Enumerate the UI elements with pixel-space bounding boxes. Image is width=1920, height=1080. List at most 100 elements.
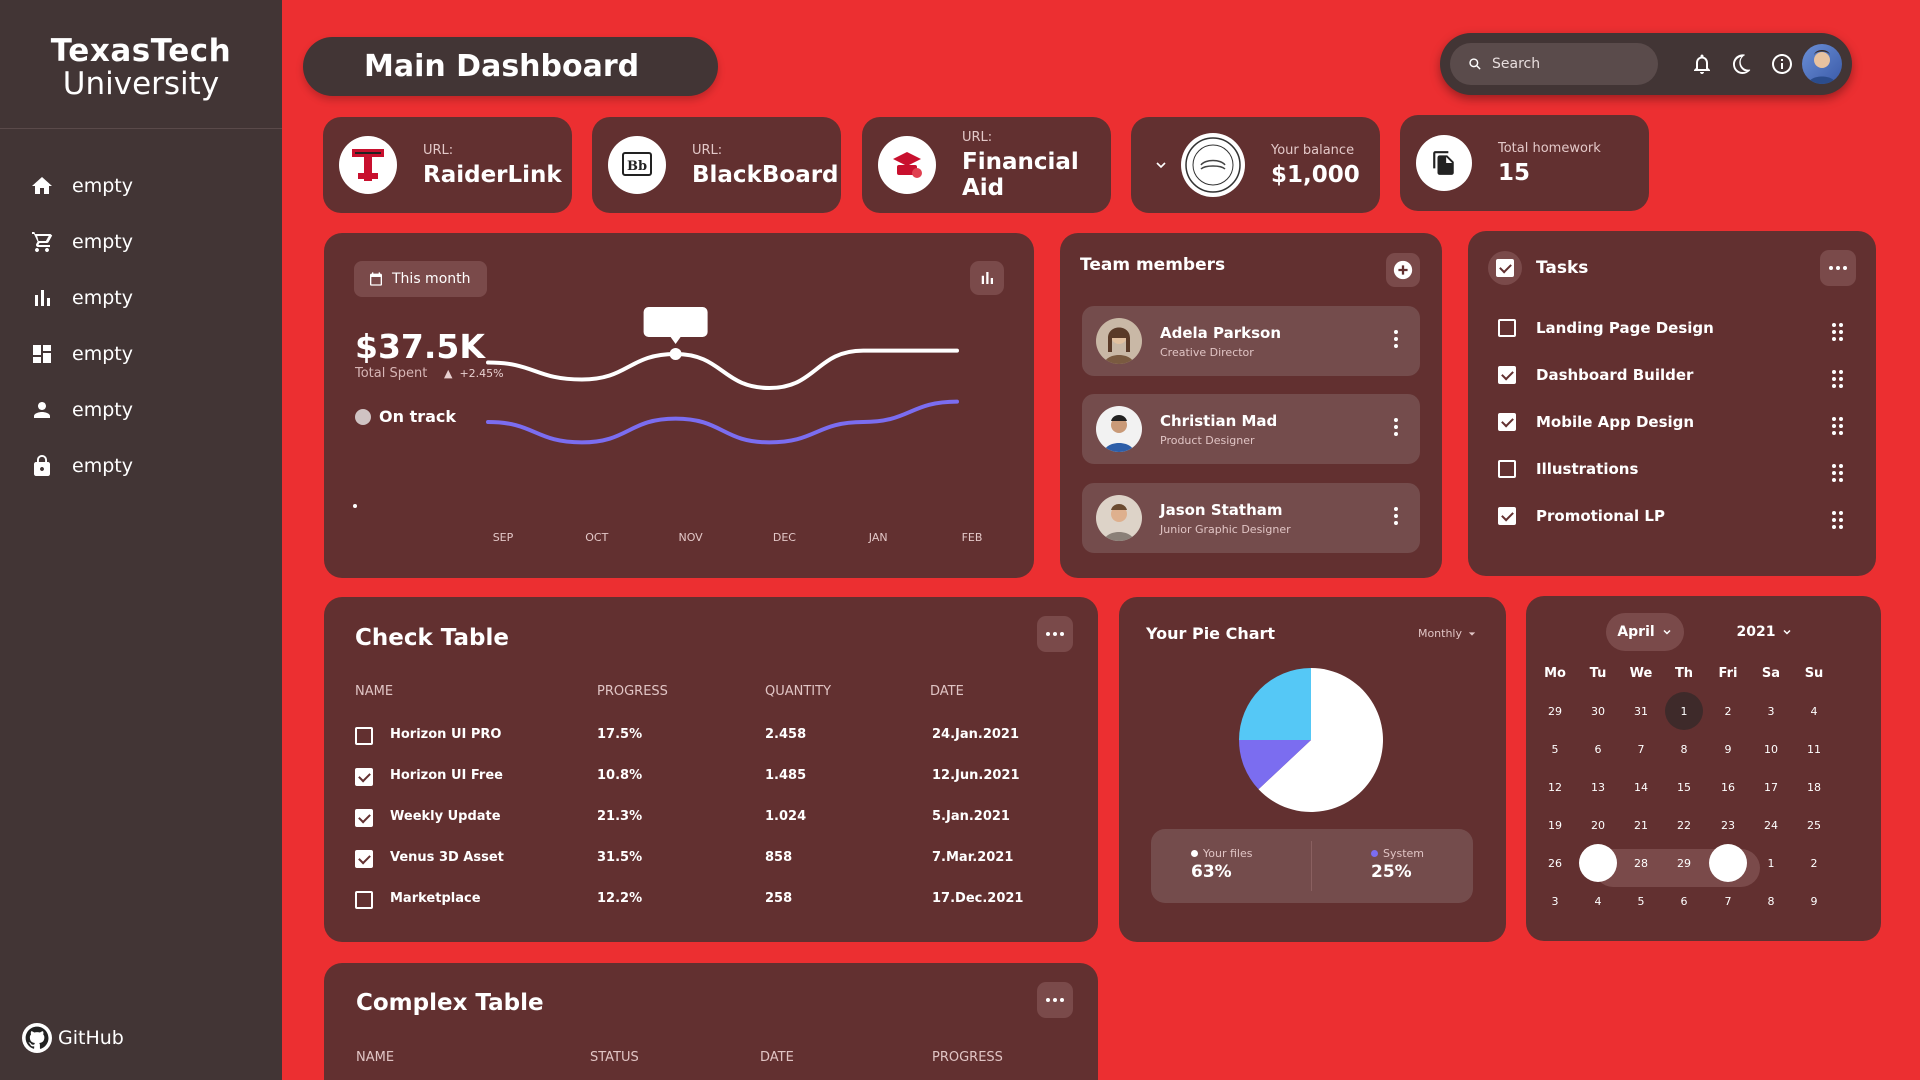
task-item[interactable]: Mobile App Design	[1498, 413, 1694, 431]
calendar-day[interactable]: 5	[1622, 882, 1660, 920]
calendar-day[interactable]: 26	[1536, 844, 1574, 882]
team-member-row[interactable]: Jason Statham Junior Graphic Designer	[1082, 483, 1420, 553]
calendar-day[interactable]: 30	[1579, 692, 1617, 730]
member-avatar	[1096, 318, 1142, 364]
calendar-day[interactable]: 12	[1536, 768, 1574, 806]
calendar-day[interactable]: 6	[1665, 882, 1703, 920]
member-name: Jason Statham	[1160, 500, 1283, 519]
calendar-day[interactable]: 2	[1709, 692, 1747, 730]
year-selector[interactable]: 2021	[1726, 613, 1804, 651]
calendar-day[interactable]: 29	[1665, 844, 1703, 882]
calendar-day[interactable]: 21	[1622, 806, 1660, 844]
tasks-check-icon	[1488, 251, 1522, 285]
highlight-point[interactable]	[669, 348, 682, 360]
calendar-day[interactable]: 9	[1709, 730, 1747, 768]
more-options-icon[interactable]	[1394, 418, 1398, 439]
task-item[interactable]: Illustrations	[1498, 460, 1638, 478]
calendar-day[interactable]: 24	[1752, 806, 1790, 844]
sidebar-item-cart[interactable]: empty	[30, 226, 133, 258]
calendar-day[interactable]: 29	[1536, 692, 1574, 730]
calendar-day[interactable]: 14	[1622, 768, 1660, 806]
task-checkbox[interactable]	[1498, 460, 1516, 478]
calendar-day[interactable]: 8	[1665, 730, 1703, 768]
notification-bell-icon[interactable]	[1690, 52, 1714, 76]
calendar-day[interactable]: 10	[1752, 730, 1790, 768]
task-item[interactable]: Dashboard Builder	[1498, 366, 1693, 384]
task-item[interactable]: Landing Page Design	[1498, 319, 1714, 337]
calendar-day[interactable]: 1	[1752, 844, 1790, 882]
calendar-day[interactable]: 31	[1622, 692, 1660, 730]
month-selector[interactable]: April	[1606, 613, 1684, 651]
github-link[interactable]: GitHub	[22, 1023, 124, 1053]
calendar-day[interactable]: 3	[1536, 882, 1574, 920]
drag-handle-icon[interactable]	[1832, 417, 1844, 435]
calendar-day[interactable]: 7	[1709, 882, 1747, 920]
pie-chart-title: Your Pie Chart	[1146, 624, 1276, 643]
calendar-day[interactable]: 22	[1665, 806, 1703, 844]
drag-handle-icon[interactable]	[1832, 370, 1844, 388]
calendar-day[interactable]: 11	[1795, 730, 1833, 768]
calendar-day[interactable]: 3	[1752, 692, 1790, 730]
balance-card[interactable]: Your balance $1,000	[1131, 117, 1380, 213]
blackboard-card[interactable]: Bb URL: BlackBoard	[592, 117, 841, 213]
complex-table-menu-button[interactable]	[1037, 982, 1073, 1018]
chevron-down-icon[interactable]	[1153, 157, 1169, 173]
user-avatar[interactable]	[1802, 44, 1842, 84]
calendar-day[interactable]: 17	[1752, 768, 1790, 806]
row-checkbox[interactable]	[355, 727, 373, 745]
calendar-day[interactable]: 6	[1579, 730, 1617, 768]
calendar-day[interactable]: 13	[1579, 768, 1617, 806]
more-options-icon[interactable]	[1394, 507, 1398, 528]
calendar-day[interactable]: 20	[1579, 806, 1617, 844]
search-input[interactable]: Search	[1450, 43, 1658, 85]
calendar-day[interactable]: 7	[1622, 730, 1660, 768]
sidebar-item-profile[interactable]: empty	[30, 394, 133, 426]
info-icon[interactable]	[1770, 52, 1794, 76]
team-member-row[interactable]: Christian Mad Product Designer	[1082, 394, 1420, 464]
calendar-day[interactable]: 18	[1795, 768, 1833, 806]
sidebar-item-home[interactable]: empty	[30, 170, 133, 202]
calendar-day[interactable]: 15	[1665, 768, 1703, 806]
tasks-menu-button[interactable]	[1820, 250, 1856, 286]
check-table-menu-button[interactable]	[1037, 616, 1073, 652]
weekday-label: Su	[1804, 666, 1824, 681]
task-checkbox[interactable]	[1498, 319, 1516, 337]
calendar-day[interactable]: 9	[1795, 882, 1833, 920]
dark-mode-moon-icon[interactable]	[1730, 52, 1754, 76]
team-member-row[interactable]: Adela Parkson Creative Director	[1082, 306, 1420, 376]
homework-card[interactable]: Total homework 15	[1400, 115, 1649, 211]
financial-aid-card[interactable]: URL: Financial Aid	[862, 117, 1111, 213]
calendar-day[interactable]: 1	[1665, 692, 1703, 730]
calendar-day[interactable]: 4	[1795, 692, 1833, 730]
more-options-icon[interactable]	[1394, 330, 1398, 351]
row-checkbox[interactable]	[355, 891, 373, 909]
raiderlink-card[interactable]: URL: RaiderLink	[323, 117, 572, 213]
calendar-day[interactable]: 25	[1795, 806, 1833, 844]
task-checkbox[interactable]	[1498, 366, 1516, 384]
calendar-day[interactable]: 23	[1709, 806, 1747, 844]
calendar-day[interactable]: 27	[1579, 844, 1617, 882]
calendar-day[interactable]: 16	[1709, 768, 1747, 806]
drag-handle-icon[interactable]	[1832, 511, 1844, 529]
calendar-day[interactable]: 4	[1579, 882, 1617, 920]
task-checkbox[interactable]	[1498, 507, 1516, 525]
sidebar-item-security[interactable]: empty	[30, 450, 133, 482]
table-row: Marketplace 12.2% 258 17.Dec.2021	[355, 885, 1055, 915]
calendar-day[interactable]: 5	[1536, 730, 1574, 768]
row-checkbox[interactable]	[355, 768, 373, 786]
drag-handle-icon[interactable]	[1832, 464, 1844, 482]
sidebar-item-dashboard[interactable]: empty	[30, 338, 133, 370]
drag-handle-icon[interactable]	[1832, 323, 1844, 341]
task-item[interactable]: Promotional LP	[1498, 507, 1665, 525]
pie-period-dropdown[interactable]: Monthly	[1418, 627, 1476, 640]
calendar-day[interactable]: 2	[1795, 844, 1833, 882]
calendar-day[interactable]: 28	[1622, 844, 1660, 882]
row-checkbox[interactable]	[355, 809, 373, 827]
add-member-button[interactable]	[1386, 253, 1420, 287]
row-checkbox[interactable]	[355, 850, 373, 868]
calendar-day[interactable]: 8	[1752, 882, 1790, 920]
task-checkbox[interactable]	[1498, 413, 1516, 431]
sidebar-item-charts[interactable]: empty	[30, 282, 133, 314]
calendar-day[interactable]: 19	[1536, 806, 1574, 844]
calendar-day[interactable]: 30	[1709, 844, 1747, 882]
